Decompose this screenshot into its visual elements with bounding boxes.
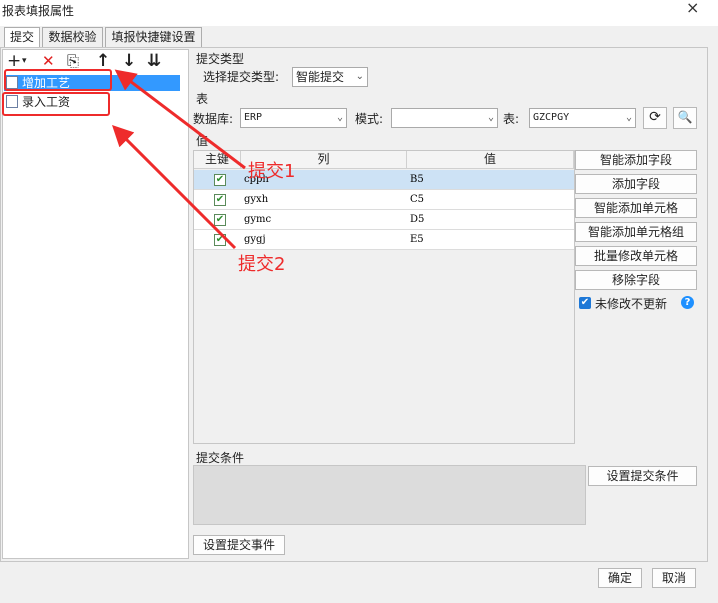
arrow-1 [114,69,246,170]
annotation-label-1: 提交1 [248,161,296,182]
annotation-label-2: 提交2 [238,254,286,275]
annotation-arrows [112,69,246,250]
